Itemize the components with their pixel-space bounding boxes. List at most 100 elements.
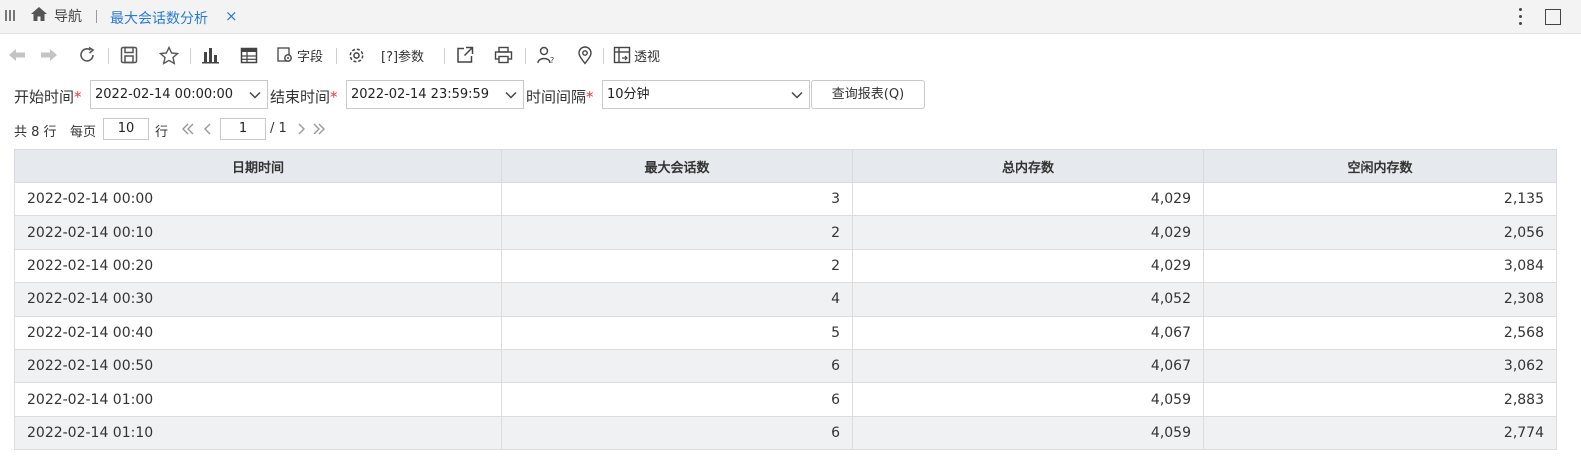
interval-label: 时间间隔*	[526, 88, 594, 106]
cell-total-memory: 4,029	[852, 182, 1204, 217]
report-table: 日期时间 最大会话数 总内存数 空闲内存数 2022-02-14 00:00 3…	[14, 149, 1557, 451]
rows-unit-label: 行	[155, 125, 169, 140]
tab-bar: 导航 最大会话数分析 ×	[0, 0, 1581, 34]
cell-max-sessions: 5	[501, 316, 853, 350]
next-page-icon[interactable]	[294, 122, 308, 136]
favorite-star-icon[interactable]	[159, 42, 179, 68]
settings-gear-icon[interactable]	[347, 42, 366, 68]
params-button[interactable]: [?]参数	[381, 42, 424, 68]
back-arrow-icon[interactable]	[8, 42, 26, 68]
filter-bar: 开始时间* 2022-02-14 00:00:00 结束时间* 2022-02-…	[0, 80, 1000, 110]
interval-select[interactable]: 10分钟	[602, 80, 810, 109]
tab-max-sessions[interactable]: 最大会话数分析	[110, 8, 208, 28]
table-row: 2022-02-14 00:00 3 4,029 2,135	[14, 182, 1557, 217]
toolbar-divider	[603, 48, 604, 64]
query-report-button[interactable]: 查询报表(Q)	[811, 80, 925, 109]
page-number-input[interactable]: 1	[220, 118, 266, 140]
fields-label: 字段	[297, 49, 324, 65]
user-params-icon[interactable]: ?	[537, 42, 557, 68]
last-page-icon[interactable]	[312, 122, 326, 136]
cell-total-memory: 4,029	[852, 215, 1204, 250]
tab-home[interactable]: 导航	[30, 6, 82, 26]
cell-total-memory: 4,029	[852, 249, 1204, 284]
start-time-select[interactable]: 2022-02-14 00:00:00	[90, 80, 268, 109]
table-row: 2022-02-14 01:10 6 4,059 2,774	[14, 416, 1557, 451]
maximize-icon[interactable]	[1545, 9, 1561, 25]
cell-total-memory: 4,059	[852, 382, 1204, 417]
chevron-down-icon	[249, 91, 261, 99]
column-header-free-memory[interactable]: 空闲内存数	[1203, 149, 1557, 183]
table-row: 2022-02-14 00:40 5 4,067 2,568	[14, 316, 1557, 350]
end-time-label: 结束时间*	[270, 88, 338, 106]
cell-max-sessions: 6	[501, 416, 853, 451]
cell-max-sessions: 6	[501, 349, 853, 384]
menu-grip-icon[interactable]	[5, 10, 15, 23]
cell-free-memory: 2,774	[1203, 416, 1557, 451]
toolbar: 字段 [?]参数 ? 透视	[0, 40, 1581, 70]
cell-datetime: 2022-02-14 00:10	[14, 215, 502, 250]
cell-free-memory: 3,084	[1203, 249, 1557, 284]
end-time-value: 2022-02-14 23:59:59	[351, 87, 490, 102]
forward-arrow-icon[interactable]	[40, 42, 58, 68]
start-time-value: 2022-02-14 00:00:00	[95, 87, 234, 102]
column-header-datetime[interactable]: 日期时间	[14, 149, 502, 183]
tab-home-label: 导航	[54, 9, 82, 25]
save-icon[interactable]	[120, 42, 138, 68]
cell-max-sessions: 6	[501, 382, 853, 417]
cell-datetime: 2022-02-14 00:20	[14, 249, 502, 284]
cell-total-memory: 4,059	[852, 416, 1204, 451]
cell-free-memory: 3,062	[1203, 349, 1557, 384]
toolbar-divider	[108, 48, 109, 64]
cell-total-memory: 4,067	[852, 316, 1204, 350]
cell-max-sessions: 3	[501, 182, 853, 217]
params-label: [?]参数	[381, 49, 425, 65]
svg-text:?: ?	[550, 56, 554, 65]
pager: 共 8 行 每页 10 行 1 / 1	[0, 117, 600, 141]
first-page-icon[interactable]	[181, 122, 195, 136]
table-row: 2022-02-14 00:50 6 4,067 3,062	[14, 349, 1557, 384]
table-view-icon[interactable]	[240, 42, 258, 68]
end-time-select[interactable]: 2022-02-14 23:59:59	[346, 80, 524, 109]
pivot-button[interactable]: 透视	[613, 42, 660, 68]
cell-datetime: 2022-02-14 00:50	[14, 349, 502, 384]
table-row: 2022-02-14 00:30 4 4,052 2,308	[14, 282, 1557, 317]
start-time-label: 开始时间*	[14, 88, 82, 106]
total-pages-text: / 1	[270, 121, 287, 136]
chevron-down-icon	[505, 91, 517, 99]
cell-free-memory: 2,135	[1203, 182, 1557, 217]
cell-free-memory: 2,056	[1203, 215, 1557, 250]
print-icon[interactable]	[494, 42, 513, 68]
export-icon[interactable]	[456, 42, 474, 68]
required-mark: *	[74, 88, 82, 106]
required-mark: *	[586, 88, 594, 106]
table-header-row: 日期时间 最大会话数 总内存数 空闲内存数	[14, 149, 1557, 183]
cell-datetime: 2022-02-14 00:30	[14, 282, 502, 317]
cell-total-memory: 4,067	[852, 349, 1204, 384]
per-page-label: 每页	[70, 125, 97, 140]
cell-max-sessions: 2	[501, 249, 853, 284]
column-header-total-memory[interactable]: 总内存数	[852, 149, 1204, 183]
cell-total-memory: 4,052	[852, 282, 1204, 317]
home-icon	[30, 6, 48, 26]
bar-chart-icon[interactable]	[201, 42, 220, 68]
toolbar-divider	[190, 48, 191, 64]
tab-close-icon[interactable]: ×	[225, 7, 238, 25]
cell-datetime: 2022-02-14 01:10	[14, 416, 502, 451]
total-rows-text: 共 8 行	[14, 125, 57, 140]
toolbar-divider	[525, 48, 526, 64]
cell-datetime: 2022-02-14 00:40	[14, 316, 502, 350]
pivot-icon	[613, 46, 631, 64]
toolbar-divider	[336, 48, 337, 64]
cell-datetime: 2022-02-14 00:00	[14, 182, 502, 217]
fields-button[interactable]: 字段	[277, 42, 323, 68]
interval-value: 10分钟	[607, 87, 650, 102]
column-header-max-sessions[interactable]: 最大会话数	[501, 149, 853, 183]
location-pin-icon[interactable]	[577, 42, 593, 68]
toolbar-divider	[444, 48, 445, 64]
cell-datetime: 2022-02-14 01:00	[14, 382, 502, 417]
refresh-icon[interactable]	[78, 42, 96, 68]
fields-gear-icon	[277, 46, 294, 64]
per-page-input[interactable]: 10	[103, 118, 149, 140]
prev-page-icon[interactable]	[201, 122, 215, 136]
more-vertical-icon[interactable]	[1519, 7, 1523, 27]
